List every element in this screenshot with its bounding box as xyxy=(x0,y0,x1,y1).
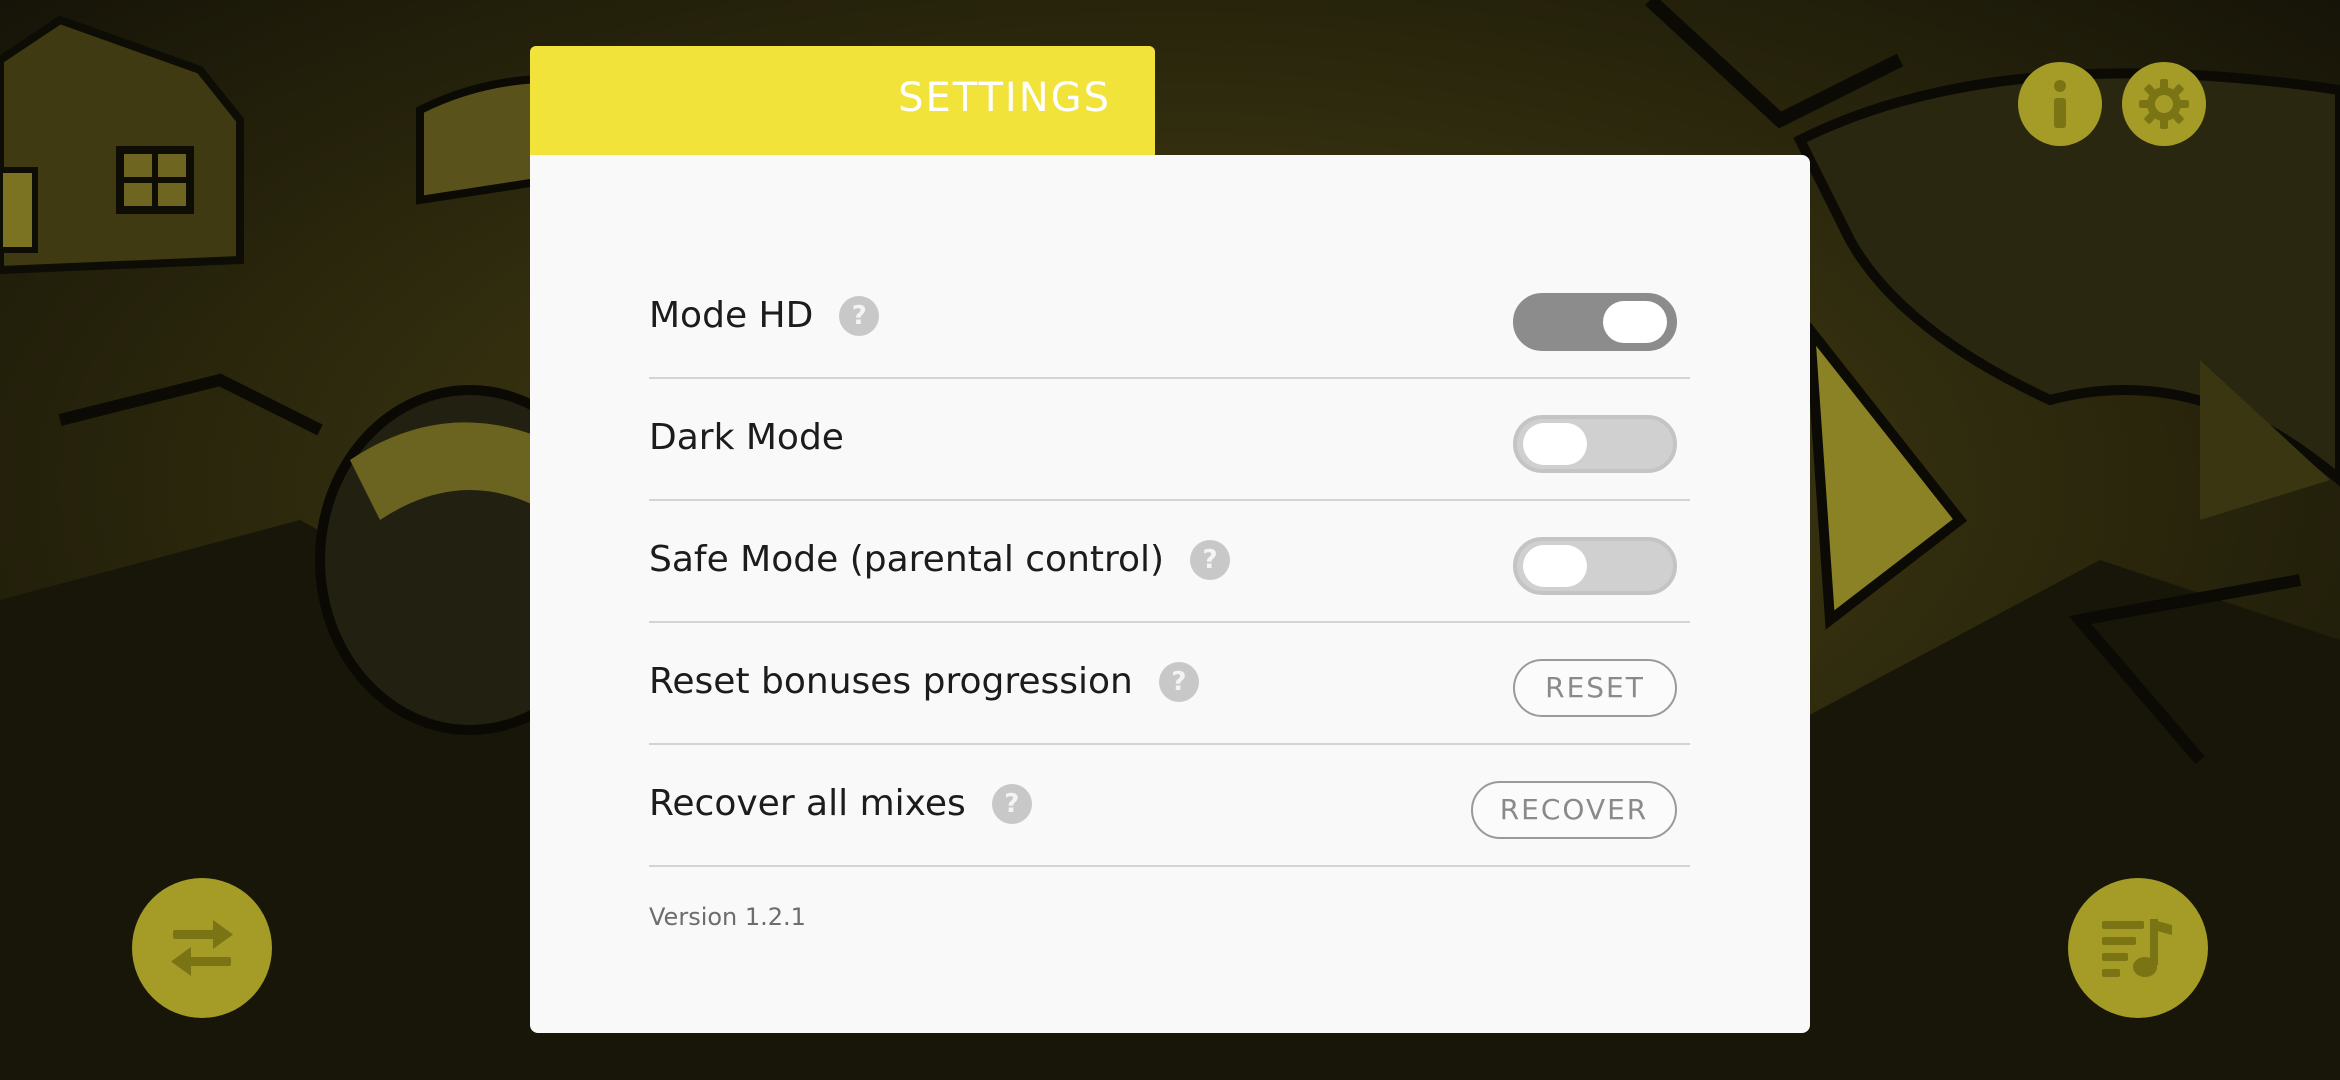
dark-mode-toggle[interactable] xyxy=(1513,415,1677,473)
setting-label-wrap: Safe Mode (parental control) ? xyxy=(649,537,1231,583)
help-icon[interactable]: ? xyxy=(839,296,880,336)
toggle-knob xyxy=(1523,423,1587,465)
setting-label-wrap: Mode HD ? xyxy=(649,293,880,339)
setting-row-recover-mixes: Recover all mixes ? RECOVER xyxy=(649,743,1690,867)
setting-label: Mode HD xyxy=(649,295,814,336)
recover-button[interactable]: RECOVER xyxy=(1471,781,1677,839)
help-icon[interactable]: ? xyxy=(991,784,1032,824)
help-icon[interactable]: ? xyxy=(1158,662,1199,702)
toggle-knob xyxy=(1603,301,1667,343)
playlist-music-icon xyxy=(2102,919,2172,977)
setting-label: Reset bonuses progression xyxy=(649,661,1133,702)
swap-arrows-icon xyxy=(171,920,233,976)
toggle-knob xyxy=(1523,545,1587,587)
setting-label-wrap: Recover all mixes ? xyxy=(649,781,1032,827)
settings-tab: SETTINGS xyxy=(530,46,1155,158)
settings-title: SETTINGS xyxy=(898,75,1111,121)
version-text: Version 1.2.1 xyxy=(649,903,806,931)
settings-panel: Mode HD ? Dark Mode Safe Mode (parental … xyxy=(530,155,1810,1033)
setting-row-dark-mode: Dark Mode xyxy=(649,377,1690,501)
gear-icon xyxy=(2139,79,2189,129)
info-button[interactable] xyxy=(2018,62,2102,146)
setting-label: Dark Mode xyxy=(649,417,844,458)
safe-mode-toggle[interactable] xyxy=(1513,537,1677,595)
mode-hd-toggle[interactable] xyxy=(1513,293,1677,351)
help-icon[interactable]: ? xyxy=(1190,540,1231,580)
setting-row-reset-bonuses: Reset bonuses progression ? RESET xyxy=(649,621,1690,745)
setting-label-wrap: Dark Mode xyxy=(649,415,844,461)
setting-row-safe-mode: Safe Mode (parental control) ? xyxy=(649,499,1690,623)
reset-button[interactable]: RESET xyxy=(1513,659,1677,717)
setting-row-mode-hd: Mode HD ? xyxy=(649,255,1690,379)
setting-label: Recover all mixes xyxy=(649,783,966,824)
info-icon xyxy=(2054,80,2066,128)
settings-button[interactable] xyxy=(2122,62,2206,146)
setting-label: Safe Mode (parental control) xyxy=(649,539,1165,580)
switch-button[interactable] xyxy=(132,878,272,1018)
playlist-button[interactable] xyxy=(2068,878,2208,1018)
setting-label-wrap: Reset bonuses progression ? xyxy=(649,659,1199,705)
